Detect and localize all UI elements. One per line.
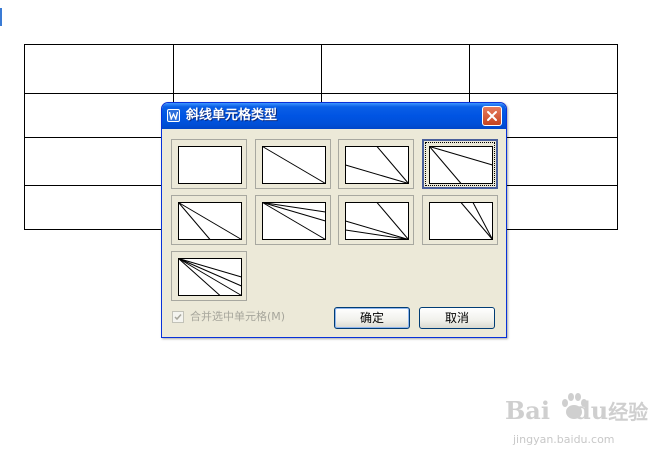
- baidu-paw-icon: [562, 393, 587, 419]
- option-two-lines-from-top-right[interactable]: [338, 139, 414, 189]
- option-three-lines-variant-b[interactable]: [255, 195, 331, 245]
- table-cell[interactable]: [321, 44, 470, 94]
- option-two-lines-from-top-left[interactable]: [422, 139, 498, 189]
- wps-app-icon: [167, 109, 180, 122]
- baidu-jingyan-watermark: Bai du经验 jingyan.baidu.com: [505, 393, 655, 456]
- table-cell[interactable]: [24, 44, 174, 94]
- table-row: [24, 44, 618, 94]
- option-four-lines-fan[interactable]: [171, 251, 247, 301]
- watermark-url: jingyan.baidu.com: [513, 433, 615, 446]
- table-cell[interactable]: [24, 137, 174, 186]
- ok-button[interactable]: 确定: [334, 307, 410, 329]
- table-cell[interactable]: [24, 93, 174, 138]
- table-cell[interactable]: [469, 44, 618, 94]
- option-three-lines-variant-c[interactable]: [338, 195, 414, 245]
- option-two-lines-variant-a[interactable]: [171, 195, 247, 245]
- diagonal-cell-type-dialog: 斜线单元格类型 合并选中单元格(M) 确定 取消: [161, 102, 507, 338]
- merge-cells-label: 合并选中单元格(M): [190, 310, 286, 323]
- text-cursor: [0, 8, 2, 26]
- merge-cells-checkbox[interactable]: [172, 311, 184, 323]
- dialog-title-bar[interactable]: 斜线单元格类型: [162, 103, 506, 129]
- option-no-diagonal[interactable]: [171, 139, 247, 189]
- dialog-title: 斜线单元格类型: [186, 108, 278, 123]
- close-icon[interactable]: [482, 106, 502, 126]
- option-single-diagonal[interactable]: [255, 139, 331, 189]
- table-cell[interactable]: [24, 185, 174, 230]
- option-two-lines-variant-d[interactable]: [422, 195, 498, 245]
- table-cell[interactable]: [173, 44, 322, 94]
- cancel-button[interactable]: 取消: [419, 307, 495, 329]
